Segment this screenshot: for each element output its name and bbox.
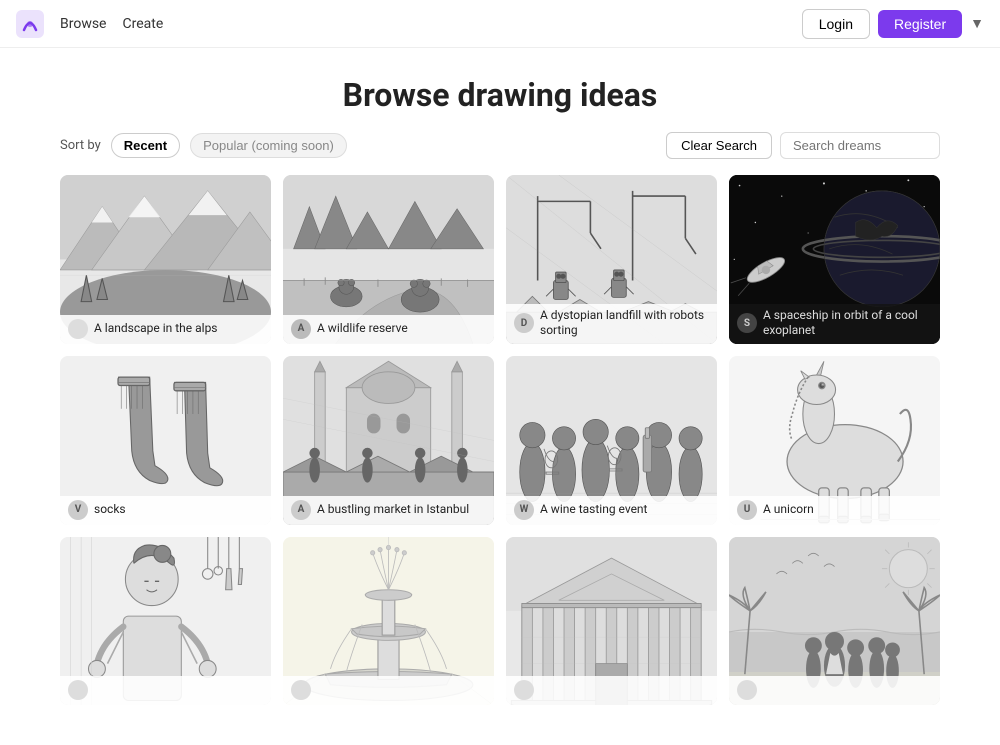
- card-caption: D A dystopian landfill with robots sorti…: [506, 304, 717, 344]
- avatar: A: [291, 319, 311, 339]
- caption-text: A wildlife reserve: [317, 321, 408, 337]
- drawing-card[interactable]: [283, 537, 494, 706]
- page-title: Browse drawing ideas: [60, 76, 940, 114]
- card-caption: A A wildlife reserve: [283, 315, 494, 344]
- card-caption: [729, 676, 940, 705]
- sort-bar: Sort by Recent Popular (coming soon) Cle…: [60, 132, 940, 159]
- login-button[interactable]: Login: [802, 9, 870, 39]
- drawing-card[interactable]: U A unicorn: [729, 356, 940, 525]
- card-caption: [60, 676, 271, 705]
- drawing-card[interactable]: W A wine tasting event: [506, 356, 717, 525]
- nav-left: Browse Create: [16, 10, 163, 38]
- drawing-card[interactable]: A A bustling market in Istanbul: [283, 356, 494, 525]
- avatar: V: [68, 500, 88, 520]
- caption-text: A wine tasting event: [540, 502, 647, 518]
- card-caption: [283, 676, 494, 705]
- clear-search-button[interactable]: Clear Search: [666, 132, 772, 159]
- card-caption: W A wine tasting event: [506, 496, 717, 525]
- card-caption: U A unicorn: [729, 496, 940, 525]
- card-caption: [506, 676, 717, 705]
- nav-create-link[interactable]: Create: [122, 16, 163, 32]
- avatar: [291, 680, 311, 700]
- sort-label: Sort by: [60, 138, 101, 153]
- drawing-card[interactable]: A A wildlife reserve: [283, 175, 494, 344]
- search-input[interactable]: [780, 132, 940, 159]
- drawing-card[interactable]: [60, 537, 271, 706]
- drawing-card[interactable]: [729, 537, 940, 706]
- card-caption: V socks: [60, 496, 271, 525]
- register-button[interactable]: Register: [878, 10, 962, 38]
- avatar: [514, 680, 534, 700]
- caption-text: A landscape in the alps: [94, 321, 218, 337]
- avatar: U: [737, 500, 757, 520]
- drawing-card[interactable]: A landscape in the alps: [60, 175, 271, 344]
- caption-text: A bustling market in Istanbul: [317, 502, 469, 518]
- chevron-down-icon[interactable]: ▼: [970, 15, 984, 32]
- nav-right: Login Register ▼: [802, 9, 984, 39]
- sort-right: Clear Search: [666, 132, 940, 159]
- sort-left: Sort by Recent Popular (coming soon): [60, 133, 347, 158]
- avatar: [737, 680, 757, 700]
- card-caption: A landscape in the alps: [60, 315, 271, 344]
- sort-recent-button[interactable]: Recent: [111, 133, 180, 158]
- avatar: A: [291, 500, 311, 520]
- drawing-card[interactable]: V socks: [60, 356, 271, 525]
- drawing-grid: A landscape in the alps: [60, 175, 940, 705]
- avatar: S: [737, 313, 757, 333]
- caption-text: A unicorn: [763, 502, 814, 518]
- caption-text: socks: [94, 502, 126, 518]
- avatar: [68, 319, 88, 339]
- caption-text: A spaceship in orbit of a cool exoplanet: [763, 308, 932, 339]
- avatar: D: [514, 313, 534, 333]
- card-caption: S A spaceship in orbit of a cool exoplan…: [729, 304, 940, 344]
- sort-popular-button[interactable]: Popular (coming soon): [190, 133, 347, 158]
- drawing-card[interactable]: D A dystopian landfill with robots sorti…: [506, 175, 717, 344]
- drawing-card[interactable]: [506, 537, 717, 706]
- drawing-card[interactable]: S A spaceship in orbit of a cool exoplan…: [729, 175, 940, 344]
- main-content: Browse drawing ideas Sort by Recent Popu…: [0, 76, 1000, 745]
- logo-icon[interactable]: [16, 10, 44, 38]
- card-caption: A A bustling market in Istanbul: [283, 496, 494, 525]
- avatar: W: [514, 500, 534, 520]
- nav-browse-link[interactable]: Browse: [60, 16, 106, 32]
- caption-text: A dystopian landfill with robots sorting: [540, 308, 709, 339]
- navbar: Browse Create Login Register ▼: [0, 0, 1000, 48]
- avatar: [68, 680, 88, 700]
